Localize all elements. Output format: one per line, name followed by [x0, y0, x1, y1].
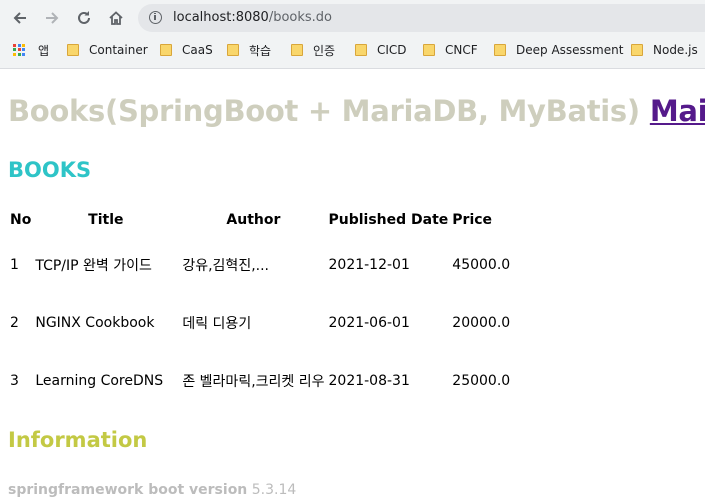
- navigation-bar: localhost:8080/books.do: [0, 0, 705, 35]
- bookmark-deep-assessment[interactable]: Deep Assessment: [494, 41, 623, 59]
- cell-price: 45000.0: [452, 257, 511, 273]
- folder-icon: [355, 44, 367, 56]
- info-icon[interactable]: [149, 11, 162, 24]
- cell-author: 존 벨라마릭,크리켓 리우: [182, 374, 325, 390]
- cell-title: NGINX Cookbook: [35, 315, 155, 331]
- version-label: springframework boot version: [8, 482, 248, 498]
- column-header-title: Title: [33, 204, 180, 236]
- bookmark-label: Node.js: [653, 43, 698, 57]
- folder-icon: [227, 44, 239, 56]
- column-header-author: Author: [180, 204, 326, 236]
- bookmark-label: 학습: [249, 43, 272, 58]
- bookmarks-bar: 앱 Container CaaS 학습 인증 CICD CNCF Deep As…: [0, 36, 705, 64]
- main-link[interactable]: Main: [650, 94, 705, 128]
- cell-title: TCP/IP 완벽 가이드: [35, 258, 152, 274]
- cell-title: Learning CoreDNS: [35, 373, 164, 389]
- url-path: /books.do: [268, 10, 333, 25]
- information-heading: Information: [8, 428, 148, 452]
- bookmark-cicd[interactable]: CICD: [355, 41, 407, 59]
- bookmark-label: CICD: [377, 43, 407, 57]
- folder-icon: [631, 44, 643, 56]
- apps-grid-icon: [13, 43, 26, 57]
- folder-icon: [67, 44, 79, 56]
- column-header-price: Price: [452, 212, 493, 228]
- column-header-author-text: Author: [226, 212, 281, 228]
- url-text: localhost:8080/books.do: [173, 10, 332, 25]
- cell-no: 1: [10, 257, 19, 273]
- table-row: 3 Learning CoreDNS 존 벨라마릭,크리켓 리우 2021-08…: [8, 352, 514, 410]
- bookmark-apps[interactable]: 앱: [13, 41, 49, 59]
- cell-date: 2021-06-01: [328, 315, 410, 331]
- cell-price: 20000.0: [452, 315, 511, 331]
- page-title: Books(SpringBoot + MariaDB, MyBatis) Main: [8, 94, 705, 128]
- bookmark-cncf[interactable]: CNCF: [423, 41, 478, 59]
- folder-icon: [291, 44, 303, 56]
- home-icon[interactable]: [104, 6, 128, 30]
- url-host: localhost:8080: [173, 10, 269, 25]
- table-header-row: No Title Author Published Date Price: [8, 204, 514, 236]
- column-header-title-text: Title: [88, 212, 124, 228]
- reload-icon[interactable]: [72, 6, 96, 30]
- bookmark-nodejs[interactable]: Node.js: [631, 41, 698, 59]
- cell-price: 25000.0: [452, 373, 511, 389]
- bookmark-label: 앱: [38, 43, 50, 58]
- folder-icon: [494, 44, 506, 56]
- folder-icon: [160, 44, 172, 56]
- cell-date: 2021-08-31: [328, 373, 410, 389]
- cell-author: 데릭 디용기: [182, 316, 252, 332]
- cell-date: 2021-12-01: [328, 257, 410, 273]
- cell-no: 2: [10, 315, 19, 331]
- column-header-published-date: Published Date: [328, 212, 449, 228]
- bookmark-label: 인증: [313, 43, 336, 58]
- forward-arrow-icon[interactable]: [40, 6, 64, 30]
- bookmark-auth[interactable]: 인증: [291, 41, 335, 59]
- cell-author: 강유,김혁진,...: [182, 258, 269, 274]
- table-row: 1 TCP/IP 완벽 가이드 강유,김혁진,... 2021-12-01 45…: [8, 236, 514, 294]
- bookmark-container[interactable]: Container: [67, 41, 148, 59]
- bookmark-study[interactable]: 학습: [227, 41, 271, 59]
- bookmark-label: Deep Assessment: [516, 43, 624, 57]
- bookmark-label: CaaS: [182, 43, 213, 57]
- version-value: 5.3.14: [251, 482, 297, 498]
- books-table: No Title Author Published Date Price 1 T…: [8, 204, 514, 410]
- bookmark-label: Container: [89, 43, 148, 57]
- cell-no: 3: [10, 373, 19, 389]
- back-arrow-icon[interactable]: [8, 6, 32, 30]
- bookmark-label: CNCF: [445, 43, 478, 57]
- books-heading: BOOKS: [8, 158, 92, 182]
- table-row: 2 NGINX Cookbook 데릭 디용기 2021-06-01 20000…: [8, 294, 514, 352]
- folder-icon: [423, 44, 435, 56]
- column-header-no: No: [10, 212, 32, 228]
- browser-chrome: localhost:8080/books.do 앱 Container CaaS…: [0, 0, 705, 69]
- address-bar[interactable]: localhost:8080/books.do: [138, 4, 705, 32]
- version-line: springframework boot version 5.3.14: [8, 482, 296, 498]
- page-title-text: Books(SpringBoot + MariaDB, MyBatis): [8, 94, 640, 128]
- bookmark-caas[interactable]: CaaS: [160, 41, 213, 59]
